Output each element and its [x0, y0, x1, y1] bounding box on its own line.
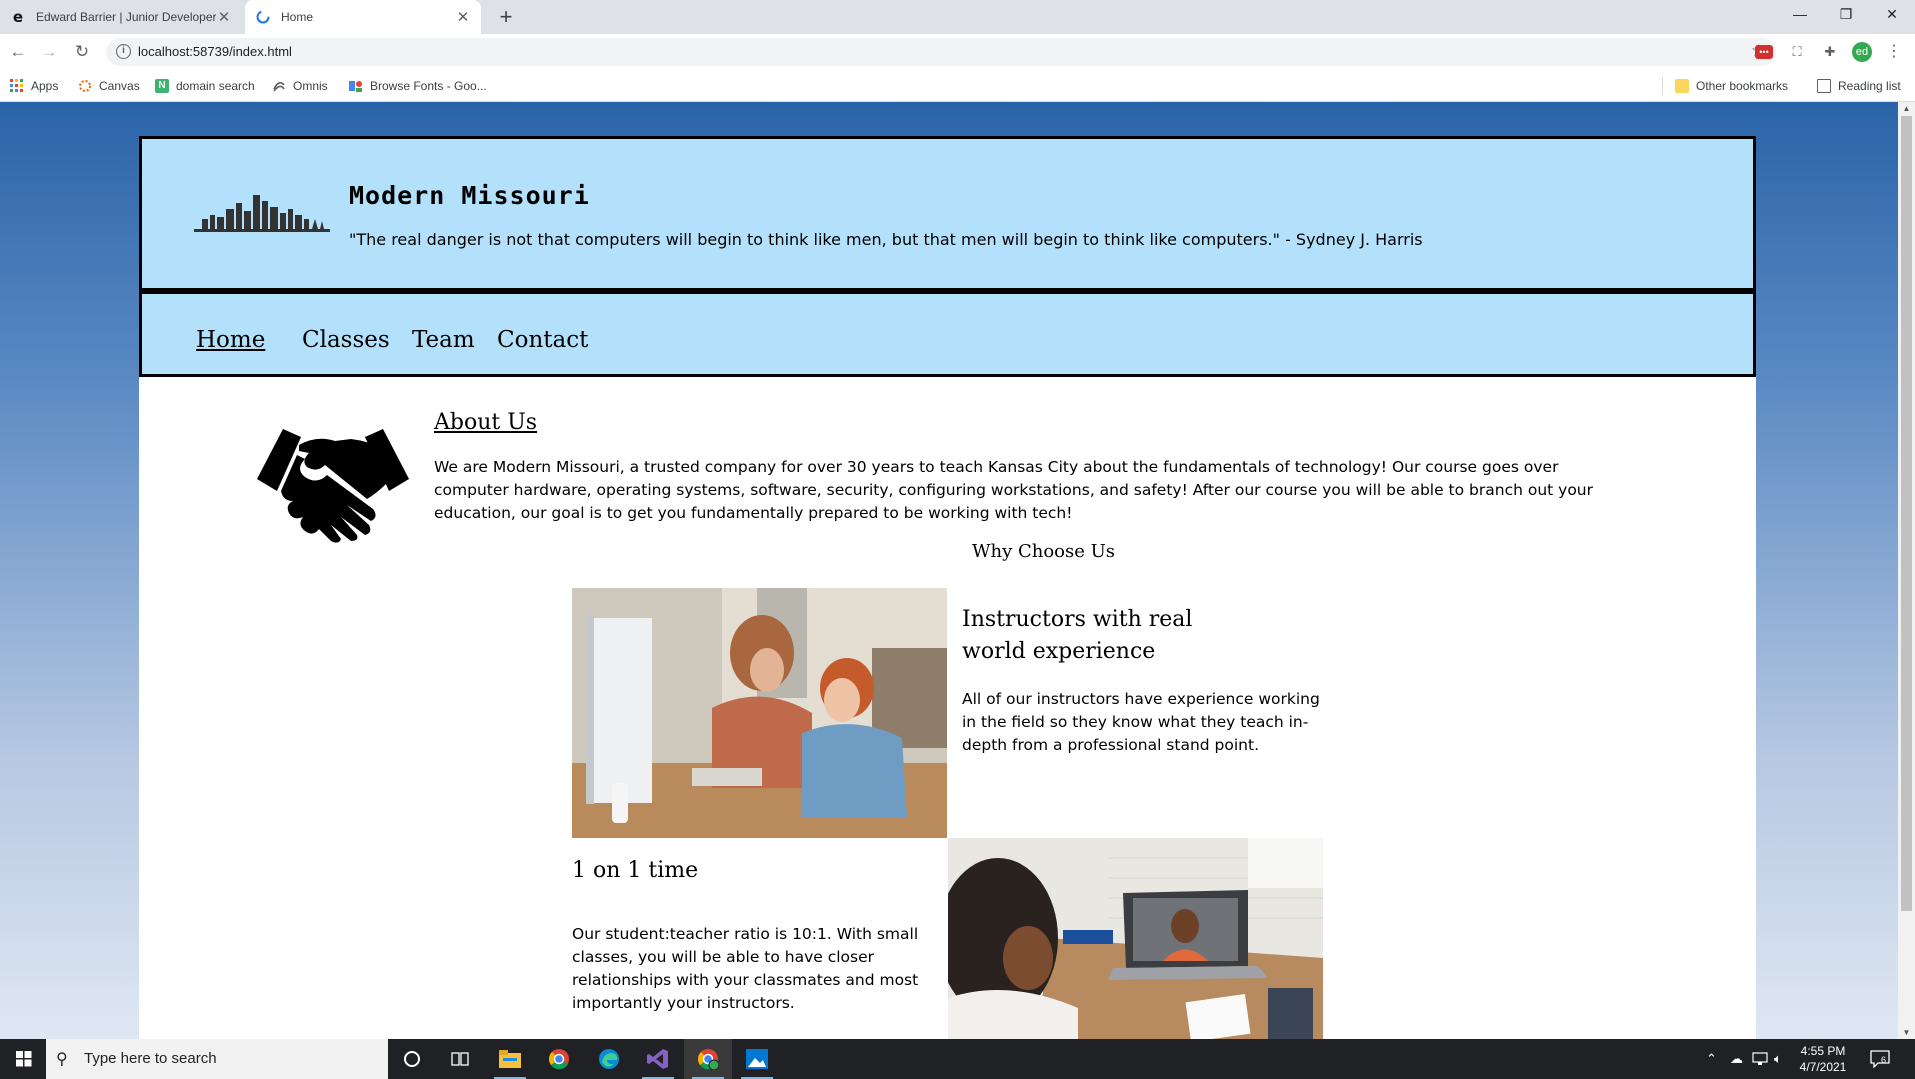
instructors-photo: [572, 588, 947, 838]
header-banner: Modern Missouri "The real danger is not …: [139, 136, 1756, 291]
handshake-icon: [257, 429, 409, 543]
folder-icon: [1675, 79, 1689, 93]
site-info-icon[interactable]: i: [116, 44, 131, 59]
reading-list-icon: [1817, 79, 1831, 93]
close-tab-icon[interactable]: ✕: [216, 8, 232, 26]
close-tab-icon[interactable]: ✕: [455, 8, 471, 26]
site-title: Modern Missouri: [349, 181, 590, 210]
edge-browser-icon[interactable]: [585, 1039, 633, 1079]
bookmark-domain-search[interactable]: N domain search: [155, 70, 255, 102]
page-viewport: Modern Missouri "The real danger is not …: [0, 102, 1898, 1039]
feature-instructors-title: Instructors with real world experience: [962, 607, 1193, 664]
nav-classes[interactable]: Classes: [302, 327, 390, 353]
visual-studio-icon[interactable]: [634, 1039, 682, 1079]
task-view-icon[interactable]: [436, 1039, 484, 1079]
lastpass-extension-icon[interactable]: •••: [1755, 45, 1773, 59]
about-text: We are Modern Missouri, a trusted compan…: [434, 458, 1594, 522]
onedrive-cloud-icon[interactable]: ☁: [1730, 1039, 1743, 1079]
search-icon: ⚲: [56, 1051, 68, 1068]
nav-team[interactable]: Team: [412, 327, 475, 353]
new-tab-plus-icon[interactable]: +: [494, 4, 518, 30]
loading-spinner-icon: [255, 9, 271, 25]
forward-arrow-icon[interactable]: →: [37, 40, 61, 64]
tab-home[interactable]: Home ✕: [245, 0, 481, 34]
feature-one-on-one-text: Our student:teacher ratio is 10:1. With …: [572, 925, 919, 1012]
show-hidden-icons-chevron-icon[interactable]: ⌃: [1706, 1039, 1717, 1079]
clock-time: 4:55 PM: [1800, 1044, 1846, 1058]
close-window-icon[interactable]: ✕: [1869, 0, 1915, 30]
bookmark-label: domain search: [176, 79, 255, 93]
bookmark-apps[interactable]: Apps: [10, 70, 58, 102]
photos-app-icon[interactable]: [733, 1039, 781, 1079]
address-bar[interactable]: i localhost:58739/index.html ☆: [106, 38, 1776, 66]
about-heading: About Us: [434, 410, 538, 435]
windows-start-icon[interactable]: [0, 1039, 48, 1079]
reading-list-label: Reading list: [1838, 79, 1901, 93]
profile-avatar[interactable]: ed: [1852, 42, 1872, 62]
taskbar-search-placeholder: Type here to search: [84, 1050, 217, 1067]
bookmark-label: Apps: [31, 79, 59, 93]
other-bookmarks[interactable]: Other bookmarks: [1675, 70, 1788, 102]
browser-toolbar: ← → ↻ i localhost:58739/index.html ☆ •••…: [0, 34, 1915, 70]
url-text[interactable]: localhost:58739/index.html: [138, 44, 292, 59]
page-scrollbar[interactable]: ▲ ▼: [1898, 102, 1915, 1039]
tab-title: Edward Barrier | Junior Developer: [36, 10, 216, 24]
bookmark-label: Browse Fonts - Goo...: [370, 79, 487, 93]
chrome-icon[interactable]: [535, 1039, 583, 1079]
bookmarks-bar: Apps Canvas N domain search Omnis Browse…: [0, 70, 1915, 102]
bookmark-canvas[interactable]: Canvas: [78, 70, 140, 102]
taskbar-clock[interactable]: 4:55 PM 4/7/2021: [1788, 1043, 1858, 1075]
canvas-icon: [78, 79, 92, 93]
clock-date: 4/7/2021: [1799, 1060, 1847, 1074]
google-fonts-icon: [349, 79, 363, 93]
tab-portfolio[interactable]: e Edward Barrier | Junior Developer ✕: [0, 0, 242, 34]
screen-capture-icon[interactable]: ⛶: [1787, 42, 1807, 62]
extensions-puzzle-icon[interactable]: ✚: [1820, 42, 1840, 62]
nav-home[interactable]: Home: [196, 327, 265, 353]
apps-grid-icon: [10, 79, 24, 93]
omnis-icon: [272, 79, 286, 93]
edge-e-icon: e: [12, 8, 24, 26]
cortana-icon[interactable]: [388, 1039, 436, 1079]
city-skyline-logo: [194, 195, 330, 232]
network-icon[interactable]: [1752, 1039, 1768, 1079]
tab-strip: e Edward Barrier | Junior Developer ✕ Ho…: [0, 0, 1915, 34]
scrollbar-thumb[interactable]: [1901, 116, 1912, 911]
volume-speaker-icon[interactable]: 🔈︎: [1774, 1039, 1782, 1079]
minimize-icon[interactable]: —: [1777, 0, 1823, 30]
main-nav: Home Classes Team Contact: [139, 291, 1756, 377]
notifications-icon[interactable]: 6: [1870, 1039, 1890, 1079]
bookmark-label: Canvas: [99, 79, 140, 93]
reload-icon[interactable]: ↻: [70, 40, 94, 64]
reading-list[interactable]: Reading list: [1817, 70, 1901, 102]
header-quote: "The real danger is not that computers w…: [349, 230, 1423, 249]
feature-one-on-one-title: 1 on 1 time: [572, 858, 699, 883]
chrome-profile-icon[interactable]: [684, 1039, 732, 1079]
back-arrow-icon[interactable]: ←: [6, 40, 30, 64]
scroll-down-arrow-icon[interactable]: ▼: [1898, 1028, 1915, 1037]
n-icon: N: [155, 79, 169, 93]
bookmarks-divider: [1662, 77, 1663, 95]
restore-icon[interactable]: ❐: [1823, 0, 1869, 30]
nav-contact[interactable]: Contact: [497, 327, 588, 353]
why-choose-heading: Why Choose Us: [972, 541, 1116, 562]
feature-instructors-text: All of our instructors have experience w…: [962, 690, 1320, 754]
windows-taskbar: ⚲ Type here to search ⌃ ☁ 🔈︎ 4:55 PM 4/7…: [0, 1039, 1915, 1079]
bookmark-label: Omnis: [293, 79, 328, 93]
bookmark-omnis[interactable]: Omnis: [272, 70, 328, 102]
other-bookmarks-label: Other bookmarks: [1696, 79, 1789, 93]
file-explorer-icon[interactable]: [486, 1039, 534, 1079]
taskbar-search-box[interactable]: ⚲ Type here to search: [46, 1039, 388, 1079]
one-on-one-photo: [948, 838, 1323, 1039]
browser-menu-icon[interactable]: ⋮: [1884, 42, 1904, 62]
bookmark-browse-fonts[interactable]: Browse Fonts - Goo...: [349, 70, 487, 102]
tab-title: Home: [281, 10, 314, 24]
notification-count: 6: [1881, 1055, 1887, 1065]
site-container: Modern Missouri "The real danger is not …: [139, 136, 1756, 1039]
scroll-up-arrow-icon[interactable]: ▲: [1898, 104, 1915, 113]
